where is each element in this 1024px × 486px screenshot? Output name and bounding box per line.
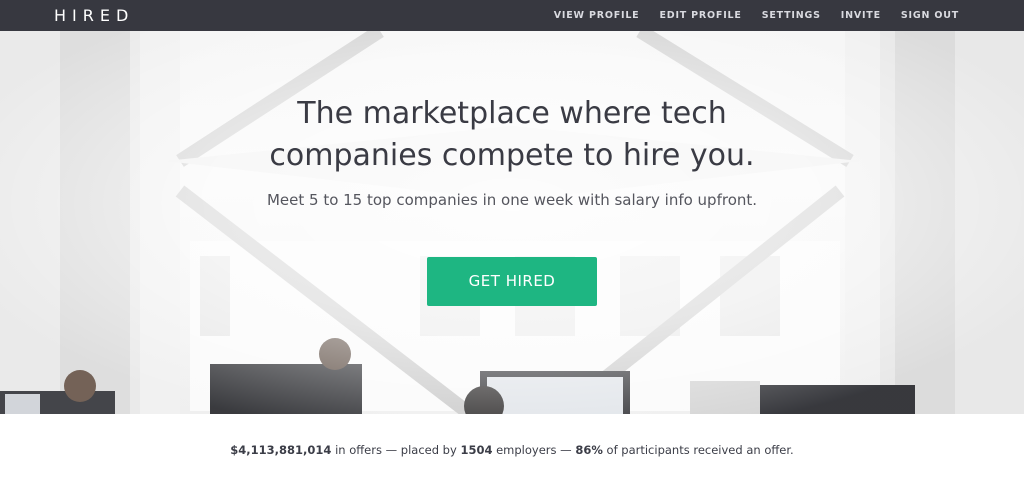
hero-section: The marketplace where tech companies com… — [0, 31, 1024, 414]
hero-content: The marketplace where tech companies com… — [0, 93, 1024, 306]
nav-settings-link[interactable]: SETTINGS — [762, 10, 821, 21]
nav-sign-out-link[interactable]: SIGN OUT — [901, 10, 959, 21]
get-hired-button[interactable]: GET HIRED — [427, 257, 597, 306]
nav-view-profile-link[interactable]: VIEW PROFILE — [554, 10, 640, 21]
hero-headline-line-2: companies compete to hire you. — [269, 138, 755, 173]
hero-headline: The marketplace where tech companies com… — [232, 93, 792, 177]
hero-headline-line-1: The marketplace where tech — [297, 96, 727, 131]
offers-amount: $4,113,881,014 — [230, 443, 332, 457]
nav-edit-profile-link[interactable]: EDIT PROFILE — [659, 10, 741, 21]
nav-invite-link[interactable]: INVITE — [841, 10, 881, 21]
employers-count: 1504 — [460, 443, 493, 457]
stats-strip: $4,113,881,014 in offers — placed by 150… — [0, 414, 1024, 486]
stats-line: $4,113,881,014 in offers — placed by 150… — [230, 443, 793, 457]
participants-text: of participants received an offer. — [602, 443, 794, 457]
hired-logo[interactable]: HIRED — [54, 6, 134, 25]
participants-percentage: 86% — [575, 443, 603, 457]
nav-links: VIEW PROFILE EDIT PROFILE SETTINGS INVIT… — [534, 10, 959, 21]
hero-subheadline: Meet 5 to 15 top companies in one week w… — [266, 191, 758, 209]
top-navbar: HIRED VIEW PROFILE EDIT PROFILE SETTINGS… — [0, 0, 1024, 31]
employers-text: employers — — [492, 443, 576, 457]
offers-text: in offers — placed by — [331, 443, 461, 457]
